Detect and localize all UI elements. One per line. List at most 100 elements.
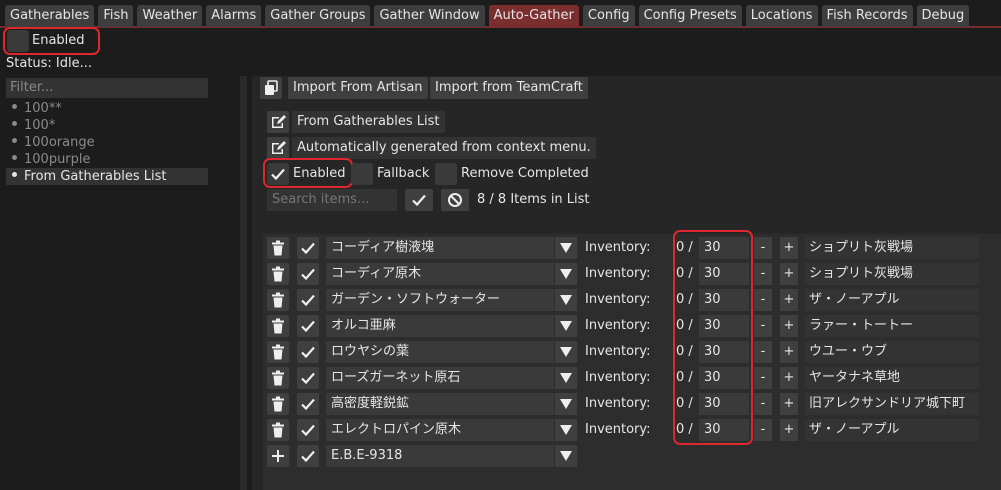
item-enabled-checkbox[interactable]: [297, 341, 319, 363]
import-artisan-button[interactable]: Import From Artisan: [288, 77, 428, 99]
item-name-select[interactable]: ガーデン・ソフトウォーター: [326, 289, 554, 311]
preset-item[interactable]: 100purple: [6, 151, 208, 168]
item-dropdown-button[interactable]: [555, 393, 577, 415]
edit-name-button[interactable]: [267, 111, 289, 133]
item-location[interactable]: ヤータナネ草地: [805, 367, 979, 389]
item-name-select[interactable]: エレクトロパイン原木: [326, 419, 554, 441]
item-location[interactable]: ザ・ノーアプル: [805, 289, 979, 311]
tab-config-presets[interactable]: Config Presets: [638, 5, 742, 27]
item-enabled-checkbox[interactable]: [297, 419, 319, 441]
tab-auto-gather[interactable]: Auto-Gather: [488, 5, 579, 27]
delete-item-button[interactable]: [267, 393, 289, 415]
increment-button[interactable]: +: [780, 237, 798, 259]
decrement-button[interactable]: -: [754, 393, 772, 415]
preset-filter-input[interactable]: Filter...: [6, 78, 208, 98]
item-enabled-checkbox[interactable]: [297, 263, 319, 285]
new-item-dropdown-button[interactable]: [555, 445, 577, 467]
item-dropdown-button[interactable]: [555, 237, 577, 259]
increment-button[interactable]: +: [780, 289, 798, 311]
preset-item-selected[interactable]: From Gatherables List: [6, 168, 208, 185]
item-dropdown-button[interactable]: [555, 263, 577, 285]
item-row: オルコ亜麻 Inventory: 0 /30- + ラァー・トートー: [263, 315, 1001, 337]
splitter-scrollbar[interactable]: [240, 76, 247, 490]
triangle-down-icon: [560, 399, 572, 409]
tab-gatherables[interactable]: Gatherables: [5, 5, 95, 27]
item-name-select[interactable]: ロウヤシの葉: [326, 341, 554, 363]
tab-fish-records[interactable]: Fish Records: [821, 5, 913, 27]
item-row: コーディア樹液塊 Inventory: 0 /30- + ショプリト灰戦場: [263, 237, 1001, 259]
item-enabled-checkbox[interactable]: [297, 237, 319, 259]
decrement-button[interactable]: -: [754, 263, 772, 285]
triangle-down-icon: [560, 295, 572, 305]
item-dropdown-button[interactable]: [555, 367, 577, 389]
enable-all-button[interactable]: [405, 189, 433, 211]
edit-description-button[interactable]: [267, 137, 289, 159]
item-location[interactable]: 旧アレクサンドリア城下町: [805, 393, 979, 415]
disable-all-button[interactable]: [441, 189, 469, 211]
delete-item-button[interactable]: [267, 341, 289, 363]
delete-item-button[interactable]: [267, 237, 289, 259]
increment-button[interactable]: +: [780, 419, 798, 441]
triangle-down-icon: [560, 451, 572, 461]
increment-button[interactable]: +: [780, 315, 798, 337]
add-item-button[interactable]: [267, 445, 289, 467]
item-dropdown-button[interactable]: [555, 419, 577, 441]
copy-button[interactable]: [260, 77, 282, 99]
tab-config[interactable]: Config: [582, 5, 635, 27]
item-location[interactable]: ショプリト灰戦場: [805, 237, 979, 259]
inventory-label: Inventory:: [585, 318, 651, 333]
decrement-button[interactable]: -: [754, 289, 772, 311]
preset-item[interactable]: 100*: [6, 117, 208, 134]
delete-item-button[interactable]: [267, 315, 289, 337]
preset-item[interactable]: 100**: [6, 100, 208, 117]
item-location[interactable]: ラァー・トートー: [805, 315, 979, 337]
new-item-select[interactable]: E.B.E-9318: [326, 445, 554, 467]
item-dropdown-button[interactable]: [555, 341, 577, 363]
delete-item-button[interactable]: [267, 367, 289, 389]
delete-item-button[interactable]: [267, 419, 289, 441]
preset-item-label: From Gatherables List: [24, 169, 167, 184]
decrement-button[interactable]: -: [754, 237, 772, 259]
decrement-button[interactable]: -: [754, 419, 772, 441]
item-dropdown-button[interactable]: [555, 315, 577, 337]
tab-weather[interactable]: Weather: [137, 5, 203, 27]
item-dropdown-button[interactable]: [555, 289, 577, 311]
search-items-input[interactable]: Search items...: [267, 189, 397, 211]
item-enabled-checkbox[interactable]: [297, 315, 319, 337]
item-location[interactable]: ウユー・ウブ: [805, 341, 979, 363]
preset-item[interactable]: 100orange: [6, 134, 208, 151]
increment-button[interactable]: +: [780, 263, 798, 285]
item-enabled-checkbox[interactable]: [297, 367, 319, 389]
item-name-select[interactable]: オルコ亜麻: [326, 315, 554, 337]
item-enabled-checkbox[interactable]: [297, 289, 319, 311]
item-location[interactable]: ザ・ノーアプル: [805, 419, 979, 441]
import-teamcraft-button[interactable]: Import from TeamCraft: [430, 77, 588, 99]
increment-button[interactable]: +: [780, 341, 798, 363]
item-name-select[interactable]: 高密度軽鋭鉱: [326, 393, 554, 415]
fallback-checkbox[interactable]: [351, 163, 373, 185]
decrement-button[interactable]: -: [754, 341, 772, 363]
list-description-field[interactable]: Automatically generated from context men…: [292, 137, 596, 159]
decrement-button[interactable]: -: [754, 367, 772, 389]
remove-completed-label: Remove Completed: [461, 166, 589, 181]
new-item-enabled-checkbox[interactable]: [297, 445, 319, 467]
tab-locations[interactable]: Locations: [745, 5, 818, 27]
tab-fish[interactable]: Fish: [98, 5, 134, 27]
item-enabled-checkbox[interactable]: [297, 393, 319, 415]
item-name-select[interactable]: ローズガーネット原石: [326, 367, 554, 389]
increment-button[interactable]: +: [780, 393, 798, 415]
item-name-select[interactable]: コーディア樹液塊: [326, 237, 554, 259]
delete-item-button[interactable]: [267, 263, 289, 285]
increment-button[interactable]: +: [780, 367, 798, 389]
decrement-button[interactable]: -: [754, 315, 772, 337]
item-name-select[interactable]: コーディア原木: [326, 263, 554, 285]
tab-alarms[interactable]: Alarms: [206, 5, 262, 27]
tab-gather-window[interactable]: Gather Window: [374, 5, 485, 27]
remove-completed-checkbox[interactable]: [435, 163, 457, 185]
list-name-field[interactable]: From Gatherables List: [292, 111, 445, 133]
tab-debug[interactable]: Debug: [916, 5, 970, 27]
item-location[interactable]: ショプリト灰戦場: [805, 263, 979, 285]
ban-icon: [448, 193, 462, 207]
delete-item-button[interactable]: [267, 289, 289, 311]
tab-gather-groups[interactable]: Gather Groups: [265, 5, 371, 27]
